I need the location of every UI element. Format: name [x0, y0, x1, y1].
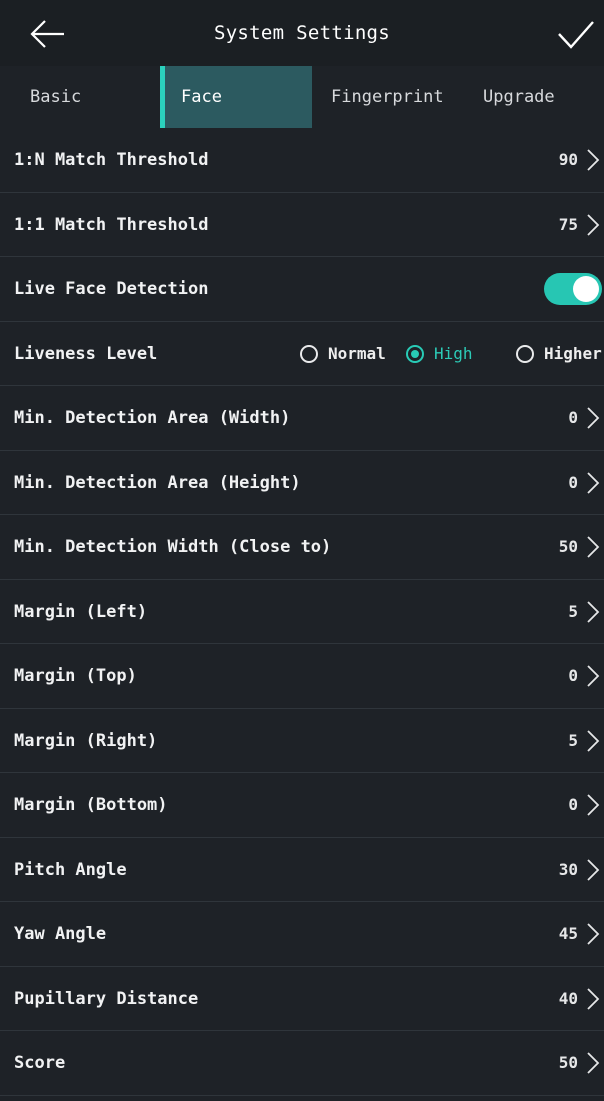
- chevron-right-icon: [587, 923, 600, 945]
- radio-circle-icon: [516, 344, 534, 363]
- setting-label: Pupillary Distance: [14, 988, 199, 1009]
- setting-value: 5: [568, 730, 578, 750]
- setting-value: 50: [558, 1053, 578, 1072]
- setting-label: Score: [14, 1053, 66, 1073]
- radio-high[interactable]: High: [406, 343, 473, 365]
- setting-value: 0: [568, 666, 578, 685]
- setting-label: Margin (Left): [14, 601, 148, 622]
- setting-value: 75: [558, 214, 578, 234]
- radio-label: High: [434, 344, 473, 363]
- setting-value: 45: [558, 924, 578, 943]
- setting-row-margin-bottom[interactable]: Margin (Bottom) 0: [0, 773, 604, 838]
- setting-value: 5: [568, 601, 578, 621]
- checkmark-icon[interactable]: [556, 18, 596, 52]
- setting-row-margin-right[interactable]: Margin (Right) 5: [0, 709, 604, 773]
- setting-value: 30: [558, 859, 578, 879]
- chevron-right-icon: [587, 471, 600, 494]
- radio-label: Normal: [328, 344, 386, 363]
- chevron-right-icon: [587, 987, 600, 1010]
- live-face-detection-toggle[interactable]: [544, 273, 602, 305]
- radio-normal[interactable]: Normal: [300, 343, 386, 365]
- setting-label: Margin (Right): [14, 730, 158, 751]
- chevron-right-icon: [587, 794, 600, 816]
- radio-circle-selected-icon: [406, 344, 424, 363]
- setting-row-yaw-angle[interactable]: Yaw Angle 45: [0, 902, 604, 967]
- setting-label: Pitch Angle: [14, 859, 127, 880]
- chevron-right-icon: [587, 149, 600, 171]
- setting-value: 50: [558, 537, 578, 556]
- setting-label: Margin (Top): [14, 666, 137, 686]
- radio-label: Higher: [544, 344, 602, 363]
- setting-row-min-detection-area-height[interactable]: Min. Detection Area (Height) 0: [0, 451, 604, 515]
- tab-bar: Basic Face Fingerprint Upgrade: [0, 66, 604, 128]
- tab-fingerprint[interactable]: Fingerprint: [331, 66, 444, 128]
- settings-screen: System Settings Basic Face Fingerprint U…: [0, 0, 604, 1101]
- setting-row-pitch-angle[interactable]: Pitch Angle 30: [0, 838, 604, 902]
- setting-row-margin-left[interactable]: Margin (Left) 5: [0, 580, 604, 644]
- setting-label: Liveness Level: [14, 343, 158, 364]
- setting-row-min-detection-area-width[interactable]: Min. Detection Area (Width) 0: [0, 386, 604, 451]
- chevron-right-icon: [587, 729, 600, 752]
- chevron-right-icon: [587, 213, 600, 236]
- setting-row-live-face-detection: Live Face Detection: [0, 257, 604, 322]
- chevron-right-icon: [587, 1052, 600, 1074]
- face-settings-list: 1:N Match Threshold 90 1:1 Match Thresho…: [0, 128, 604, 1096]
- radio-circle-icon: [300, 344, 318, 363]
- tab-upgrade[interactable]: Upgrade: [483, 66, 555, 128]
- setting-row-pupillary-distance[interactable]: Pupillary Distance 40: [0, 967, 604, 1031]
- setting-label: Min. Detection Width (Close to): [14, 537, 332, 557]
- setting-label: Live Face Detection: [14, 279, 209, 299]
- setting-label: Min. Detection Area (Height): [14, 472, 301, 493]
- chevron-right-icon: [587, 407, 600, 429]
- setting-value: 0: [568, 795, 578, 814]
- chevron-right-icon: [587, 600, 600, 623]
- radio-higher[interactable]: Higher: [516, 343, 602, 365]
- page-title: System Settings: [213, 22, 391, 44]
- setting-row-min-detection-width-close[interactable]: Min. Detection Width (Close to) 50: [0, 515, 604, 580]
- setting-value: 0: [568, 472, 578, 492]
- liveness-level-radio-group: Normal High Higher: [296, 322, 604, 386]
- setting-label: 1:N Match Threshold: [14, 150, 209, 170]
- setting-row-1n-match-threshold[interactable]: 1:N Match Threshold 90: [0, 128, 604, 193]
- tab-basic[interactable]: Basic: [30, 66, 81, 128]
- header-bar: System Settings: [0, 0, 604, 66]
- tab-face[interactable]: Face: [160, 66, 312, 128]
- chevron-right-icon: [587, 665, 600, 687]
- toggle-knob: [573, 276, 599, 302]
- setting-row-liveness-level: Liveness Level Normal High Higher: [0, 322, 604, 386]
- setting-value: 90: [558, 150, 578, 169]
- setting-label: 1:1 Match Threshold: [14, 214, 209, 235]
- setting-row-margin-top[interactable]: Margin (Top) 0: [0, 644, 604, 709]
- setting-label: Min. Detection Area (Width): [14, 408, 291, 428]
- setting-label: Margin (Bottom): [14, 795, 168, 815]
- setting-row-11-match-threshold[interactable]: 1:1 Match Threshold 75: [0, 193, 604, 257]
- setting-label: Yaw Angle: [14, 924, 107, 944]
- setting-row-score[interactable]: Score 50: [0, 1031, 604, 1096]
- chevron-right-icon: [587, 536, 600, 558]
- setting-value: 0: [568, 408, 578, 427]
- chevron-right-icon: [587, 858, 600, 881]
- setting-value: 40: [558, 988, 578, 1008]
